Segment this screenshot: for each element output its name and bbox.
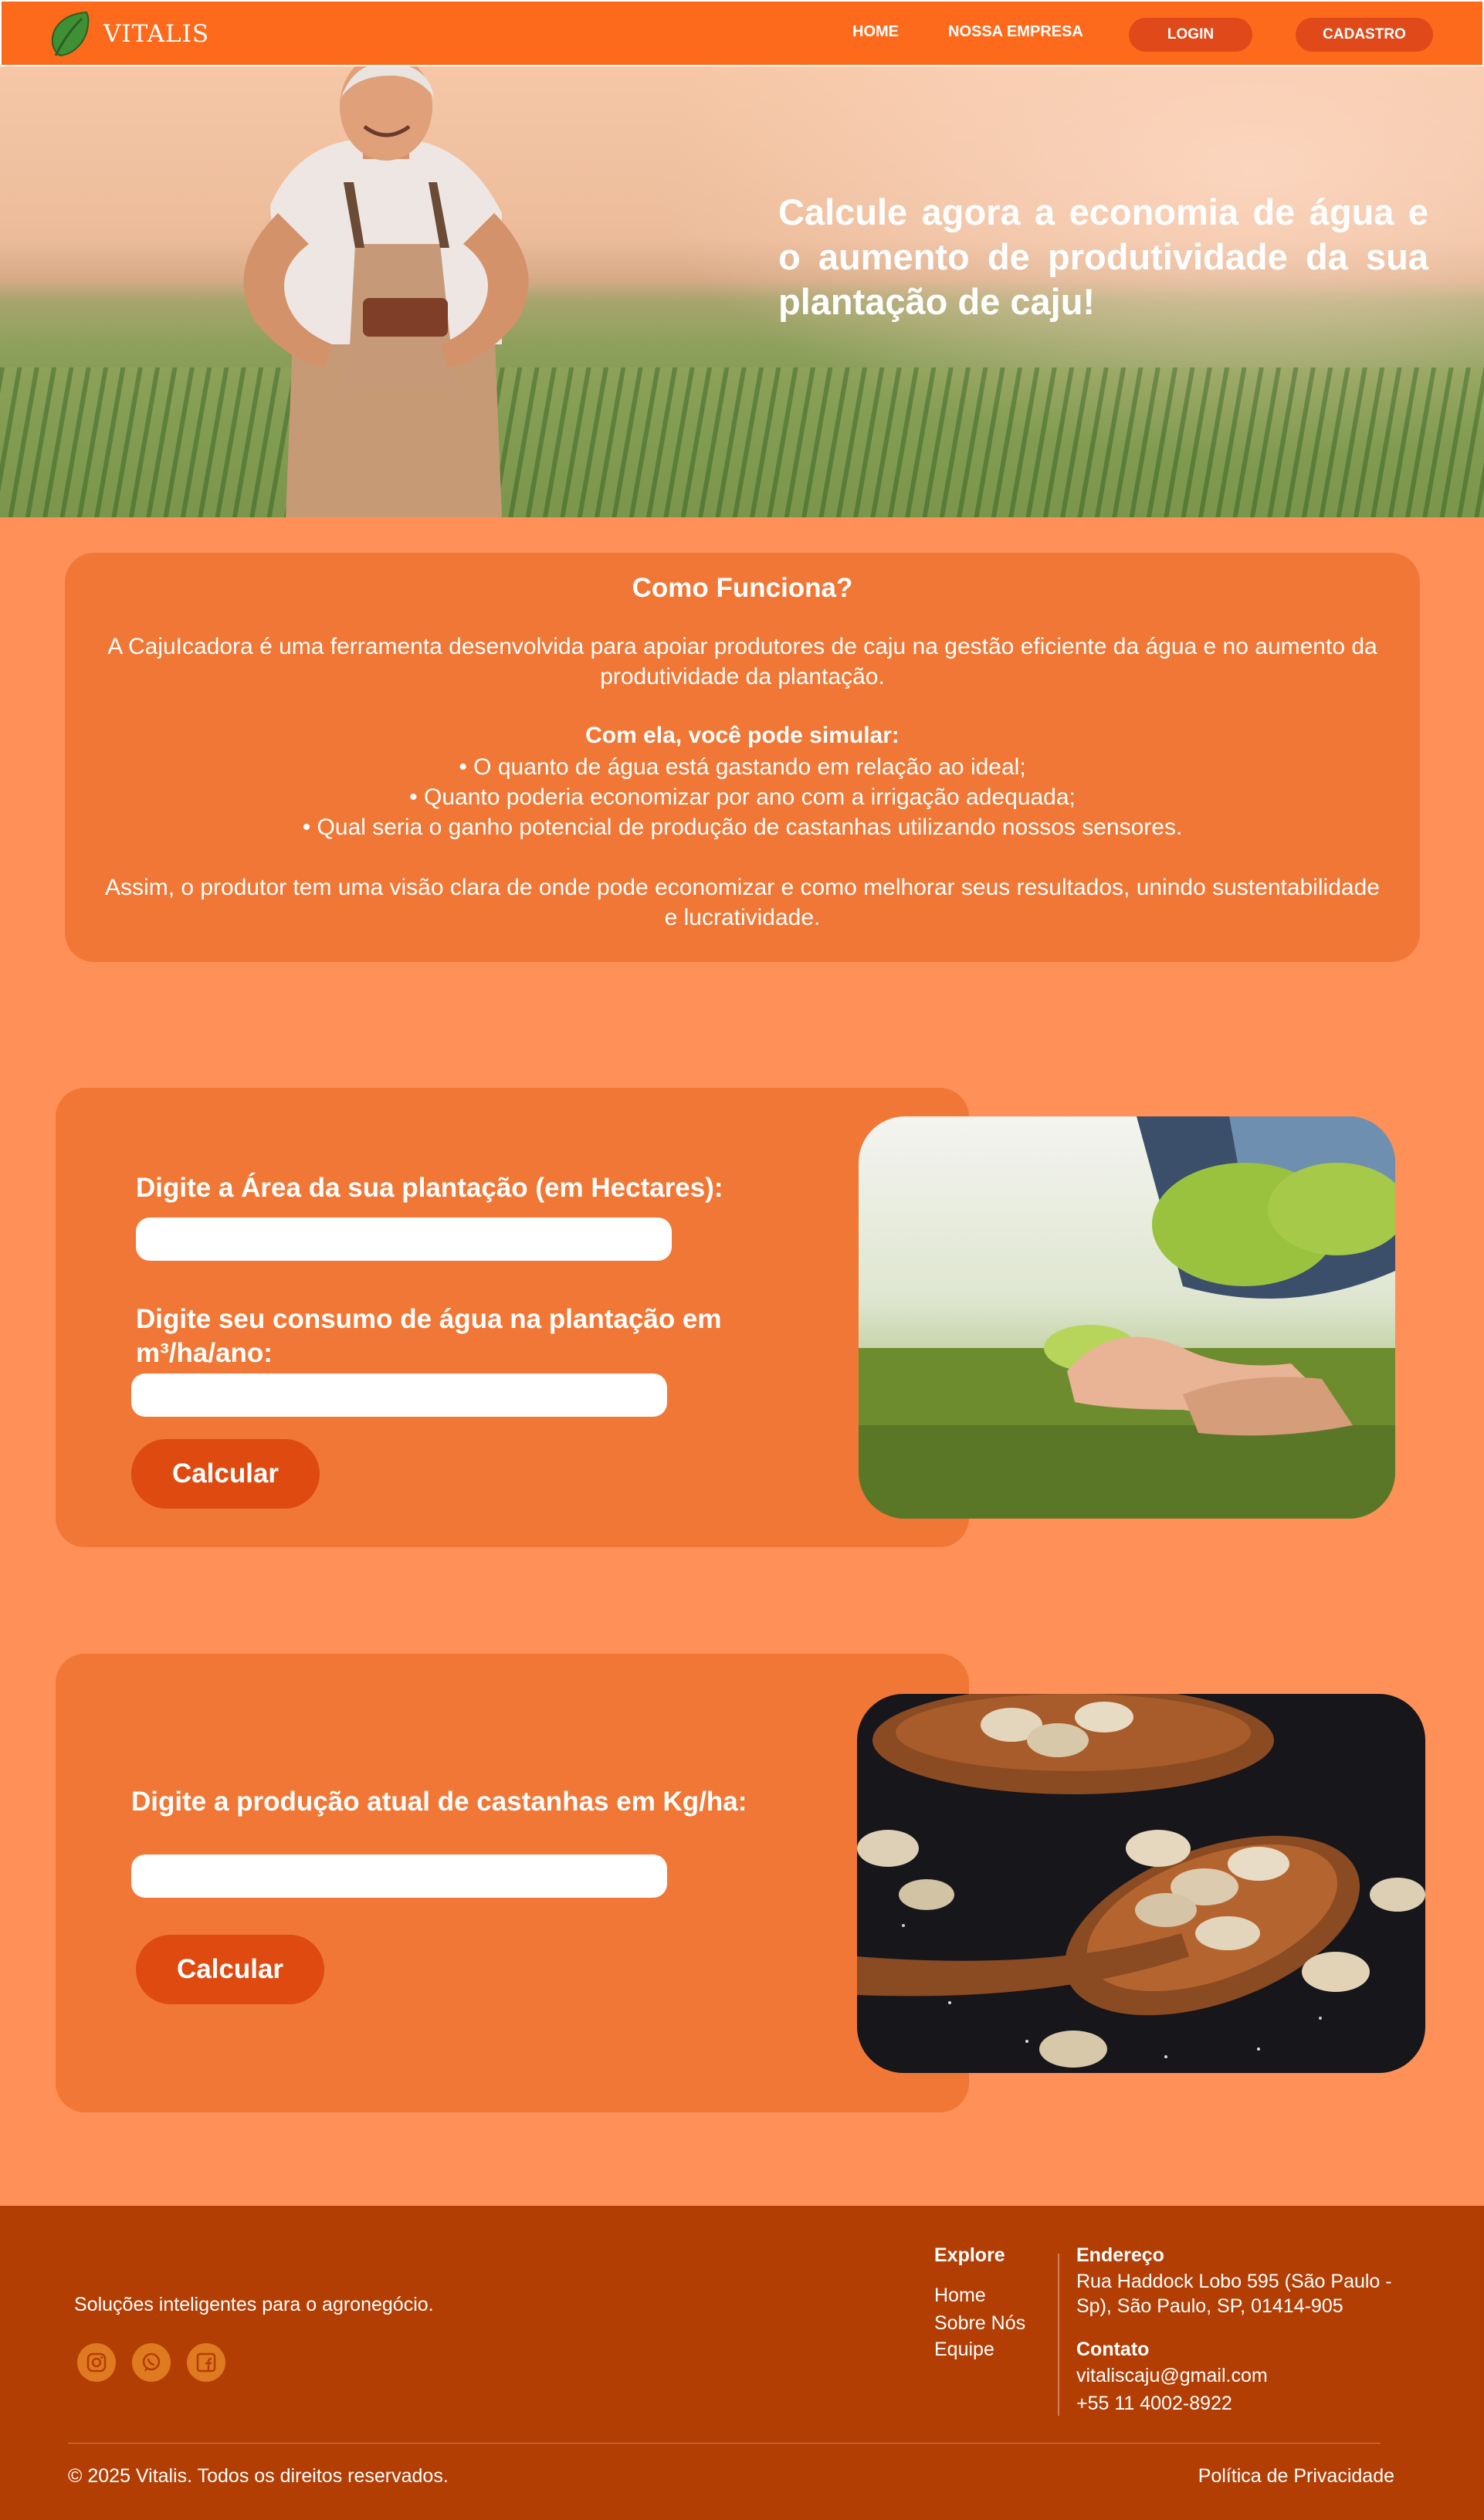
- area-label: Digite a Área da sua plantação (em Hecta…: [136, 1173, 723, 1203]
- calculate-water-button[interactable]: Calcular: [131, 1439, 320, 1509]
- signup-button[interactable]: CADASTRO: [1296, 18, 1433, 52]
- hero-title: Calcule agora a economia de água e o aum…: [778, 191, 1428, 322]
- how-outro: Assim, o produtor tem uma visão clara de…: [105, 875, 1380, 930]
- water-consumption-input[interactable]: [131, 1373, 667, 1417]
- production-calculator-card: Digite a produção atual de castanhas em …: [56, 1654, 969, 2112]
- address-heading: Endereço: [1076, 2244, 1164, 2266]
- farmer-photo: [243, 66, 529, 517]
- area-input[interactable]: [136, 1218, 672, 1261]
- how-title: Como Funciona?: [632, 573, 853, 603]
- footer-link-home[interactable]: Home: [934, 2283, 986, 2308]
- footer-separator: [68, 2443, 1381, 2444]
- footer-link-team[interactable]: Equipe: [934, 2337, 994, 2362]
- whatsapp-icon[interactable]: [132, 2343, 171, 2382]
- site-footer: Soluções inteligentes para o agronegócio…: [0, 2206, 1484, 2520]
- how-intro: A CajuIcadora é uma ferramenta desenvolv…: [107, 634, 1377, 689]
- how-it-works-panel: Como Funciona? A CajuIcadora é uma ferra…: [65, 553, 1420, 962]
- simulation-list: O quanto de água está gastando em relaçã…: [65, 752, 1420, 842]
- water-consumption-label: Digite seu consumo de água na plantação …: [136, 1304, 722, 1368]
- hero-banner: Calcule agora a economia de água e o aum…: [0, 66, 1484, 517]
- list-item: Qual seria o ganho potencial de produção…: [65, 812, 1420, 842]
- how-subtitle: Com ela, você pode simular:: [585, 723, 900, 748]
- footer-tagline: Soluções inteligentes para o agronegócio…: [74, 2294, 434, 2315]
- footer-divider: [1058, 2254, 1059, 2416]
- privacy-policy-link[interactable]: Política de Privacidade: [1198, 2464, 1394, 2488]
- production-label: Digite a produção atual de castanhas em …: [131, 1787, 747, 1817]
- nav-company-link[interactable]: NOSSA EMPRESA: [948, 23, 1083, 41]
- contact-phone[interactable]: +55 11 4002-8922: [1076, 2391, 1232, 2416]
- top-navigation-bar: VITALIS HOME NOSSA EMPRESA LOGIN CADASTR…: [0, 0, 1484, 66]
- footer-link-about[interactable]: Sobre Nós: [934, 2311, 1025, 2335]
- brand-logo[interactable]: VITALIS: [48, 9, 209, 59]
- explore-heading: Explore: [934, 2244, 1005, 2266]
- nav-home-link[interactable]: HOME: [852, 23, 899, 41]
- copyright-text: © 2025 Vitalis. Todos os direitos reserv…: [68, 2465, 449, 2487]
- water-calculator-card: Digite a Área da sua plantação (em Hecta…: [56, 1088, 969, 1547]
- facebook-icon[interactable]: [187, 2343, 225, 2382]
- calculate-production-button[interactable]: Calcular: [136, 1935, 324, 2004]
- hands-plant-photo: [859, 1116, 1395, 1519]
- address-line-1: Rua Haddock Lobo 595 (São Paulo -: [1076, 2271, 1392, 2292]
- contact-email[interactable]: vitaliscaju@gmail.com: [1076, 2363, 1268, 2388]
- brand-name: VITALIS: [103, 20, 210, 48]
- cashew-nuts-photo: [857, 1694, 1425, 2073]
- login-button[interactable]: LOGIN: [1129, 18, 1252, 52]
- instagram-icon[interactable]: [77, 2343, 116, 2382]
- contact-heading: Contato: [1076, 2339, 1150, 2360]
- leaf-icon: [51, 11, 90, 57]
- production-input[interactable]: [131, 1854, 667, 1898]
- list-item: O quanto de água está gastando em relaçã…: [65, 752, 1420, 782]
- list-item: Quanto poderia economizar por ano com a …: [65, 782, 1420, 812]
- address-line-2: Sp), São Paulo, SP, 01414-905: [1076, 2295, 1343, 2317]
